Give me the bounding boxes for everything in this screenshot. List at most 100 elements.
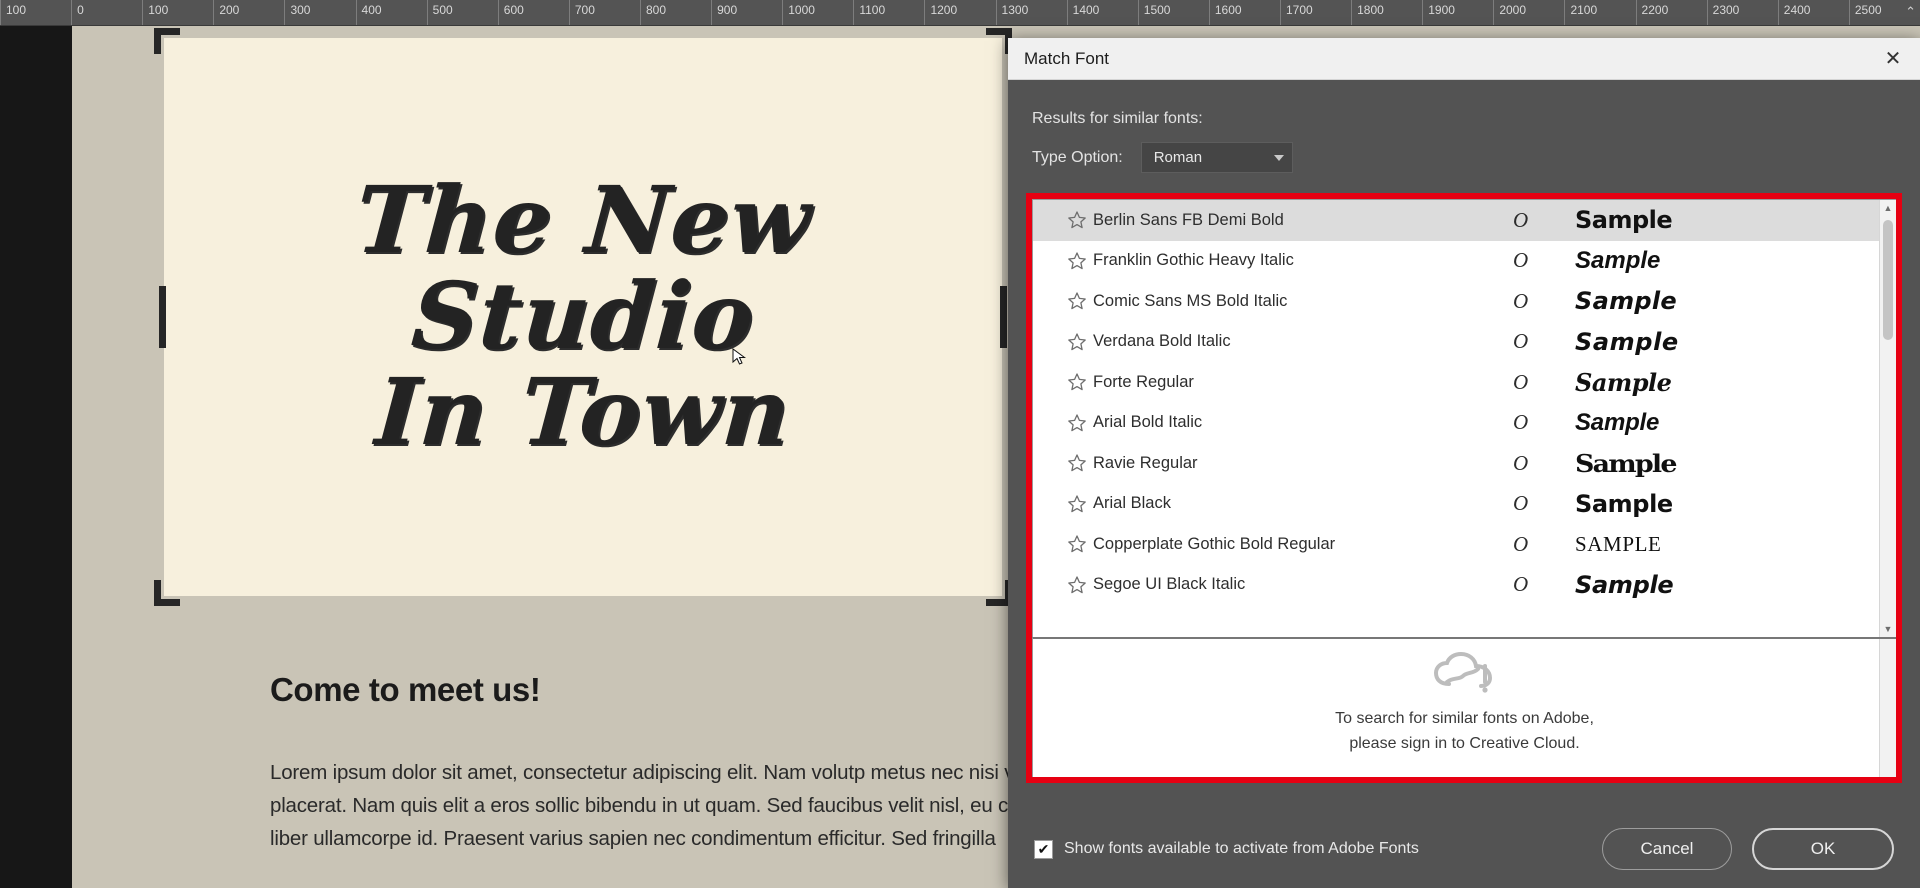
font-results-list[interactable]: Berlin Sans FB Demi BoldOSampleFranklin … <box>1033 200 1879 637</box>
ruler-tick: 2500 <box>1849 0 1920 26</box>
ruler-tick: 400 <box>356 0 427 26</box>
ruler-tick: 200 <box>213 0 284 26</box>
ruler-tick: 100 <box>0 0 71 26</box>
favorite-star-icon[interactable] <box>1067 413 1093 433</box>
favorite-star-icon[interactable] <box>1067 372 1093 392</box>
font-list-item[interactable]: Copperplate Gothic Bold RegularOSAMPLE <box>1033 524 1879 565</box>
opentype-icon: O <box>1513 572 1575 597</box>
ruler-tick: 2400 <box>1778 0 1849 26</box>
transform-handle-left[interactable] <box>159 286 166 348</box>
opentype-icon: O <box>1513 329 1575 354</box>
cancel-button[interactable]: Cancel <box>1602 828 1732 870</box>
font-name-label: Segoe UI Black Italic <box>1093 575 1513 594</box>
ruler-tick: 800 <box>640 0 711 26</box>
font-name-label: Verdana Bold Italic <box>1093 332 1513 351</box>
favorite-star-icon[interactable] <box>1067 575 1093 595</box>
opentype-icon: O <box>1513 208 1575 233</box>
ruler-tick: 1800 <box>1351 0 1422 26</box>
font-name-label: Berlin Sans FB Demi Bold <box>1093 211 1513 230</box>
horizontal-ruler[interactable]: ⌃ 10001002003004005006007008009001000110… <box>0 0 1920 26</box>
font-list-item[interactable]: Berlin Sans FB Demi BoldOSample <box>1033 200 1879 241</box>
favorite-star-icon[interactable] <box>1067 251 1093 271</box>
scrollbar-thumb[interactable] <box>1883 220 1893 340</box>
opentype-icon: O <box>1513 370 1575 395</box>
ruler-tick: 300 <box>284 0 355 26</box>
font-list-item[interactable]: Segoe UI Black ItalicOSample <box>1033 565 1879 606</box>
transform-handle-top-left[interactable] <box>154 28 180 54</box>
favorite-star-icon[interactable] <box>1067 291 1093 311</box>
font-sample-preview: Sample <box>1575 287 1879 315</box>
ruler-tick: 600 <box>498 0 569 26</box>
font-list-item[interactable]: Arial Bold ItalicOSample <box>1033 403 1879 444</box>
show-adobe-fonts-checkbox[interactable]: ✔ Show fonts available to activate from … <box>1034 840 1419 859</box>
photoshop-app-window: ⌃ 10001002003004005006007008009001000110… <box>0 0 1920 888</box>
poster-artwork-layer[interactable]: The New Studio In Town <box>164 38 1002 596</box>
creative-cloud-line-1: To search for similar fonts on Adobe, <box>1335 706 1594 731</box>
ruler-tick: 1000 <box>782 0 853 26</box>
opentype-icon: O <box>1513 491 1575 516</box>
font-name-label: Forte Regular <box>1093 373 1513 392</box>
font-list-item[interactable]: Comic Sans MS Bold ItalicOSample <box>1033 281 1879 322</box>
font-sample-preview: Sample <box>1575 206 1879 234</box>
checkbox-label: Show fonts available to activate from Ad… <box>1064 840 1419 858</box>
ruler-tick: 1200 <box>924 0 995 26</box>
font-list-item[interactable]: Arial BlackOSample <box>1033 484 1879 525</box>
favorite-star-icon[interactable] <box>1067 494 1093 514</box>
type-option-select[interactable]: Roman <box>1141 142 1293 173</box>
font-results-highlight-ring: Berlin Sans FB Demi BoldOSampleFranklin … <box>1026 193 1902 783</box>
dialog-titlebar[interactable]: Match Font ✕ <box>1008 38 1920 80</box>
results-label: Results for similar fonts: <box>1032 110 1898 128</box>
ruler-tick: 2300 <box>1707 0 1778 26</box>
font-sample-preview: SAMPLE <box>1575 532 1879 557</box>
chevron-down-icon <box>1274 155 1284 161</box>
ruler-tick: 1500 <box>1138 0 1209 26</box>
poster-line-3: In Town <box>373 366 794 460</box>
opentype-icon: O <box>1513 451 1575 476</box>
ruler-tick: 0 <box>71 0 142 26</box>
favorite-star-icon[interactable] <box>1067 210 1093 230</box>
poster-line-2: Studio <box>408 270 757 364</box>
font-list-scrollbar[interactable]: ▲ ▼ <box>1879 200 1896 637</box>
font-sample-preview: Sample <box>1575 328 1879 356</box>
favorite-star-icon[interactable] <box>1067 332 1093 352</box>
ruler-tick: 2100 <box>1564 0 1635 26</box>
ruler-tick: 500 <box>427 0 498 26</box>
ruler-tick: 700 <box>569 0 640 26</box>
font-sample-preview: Sample <box>1575 247 1879 275</box>
ruler-tick: 100 <box>142 0 213 26</box>
ruler-tick: 1300 <box>996 0 1067 26</box>
font-name-label: Copperplate Gothic Bold Regular <box>1093 535 1513 554</box>
ruler-tick: 1900 <box>1422 0 1493 26</box>
font-name-label: Franklin Gothic Heavy Italic <box>1093 251 1513 270</box>
font-name-label: Arial Bold Italic <box>1093 413 1513 432</box>
font-name-label: Comic Sans MS Bold Italic <box>1093 292 1513 311</box>
scroll-up-icon[interactable]: ▲ <box>1880 200 1896 216</box>
opentype-icon: O <box>1513 289 1575 314</box>
checkbox-box[interactable]: ✔ <box>1034 840 1053 859</box>
ruler-tick: 1100 <box>853 0 924 26</box>
transform-handle-bottom-left[interactable] <box>154 580 180 606</box>
favorite-star-icon[interactable] <box>1067 534 1093 554</box>
ruler-tick: 2200 <box>1636 0 1707 26</box>
font-list-item[interactable]: Verdana Bold ItalicOSample <box>1033 322 1879 363</box>
font-sample-preview: Sample <box>1575 571 1879 599</box>
close-icon[interactable]: ✕ <box>1876 44 1910 74</box>
font-sample-preview: Sample <box>1575 368 1879 397</box>
dialog-body: Results for similar fonts: Type Option: … <box>1008 80 1920 888</box>
promo-scrollbar[interactable] <box>1879 639 1896 777</box>
transform-handle-right[interactable] <box>1000 286 1007 348</box>
ok-button[interactable]: OK <box>1752 828 1894 870</box>
dialog-footer: ✔ Show fonts available to activate from … <box>1008 810 1920 888</box>
opentype-icon: O <box>1513 532 1575 557</box>
ruler-tick: 900 <box>711 0 782 26</box>
font-list-item[interactable]: Forte RegularOSample <box>1033 362 1879 403</box>
font-sample-preview: Sample <box>1575 409 1879 437</box>
font-list-item[interactable]: Franklin Gothic Heavy ItalicOSample <box>1033 241 1879 282</box>
ruler-tick: 1700 <box>1280 0 1351 26</box>
favorite-star-icon[interactable] <box>1067 453 1093 473</box>
scroll-down-icon[interactable]: ▼ <box>1880 621 1896 637</box>
ruler-tick: 2000 <box>1493 0 1564 26</box>
match-font-dialog[interactable]: Match Font ✕ Results for similar fonts: … <box>1008 38 1920 888</box>
font-list-item[interactable]: Ravie RegularOSample <box>1033 443 1879 484</box>
document-headline: Come to meet us! <box>270 671 540 709</box>
